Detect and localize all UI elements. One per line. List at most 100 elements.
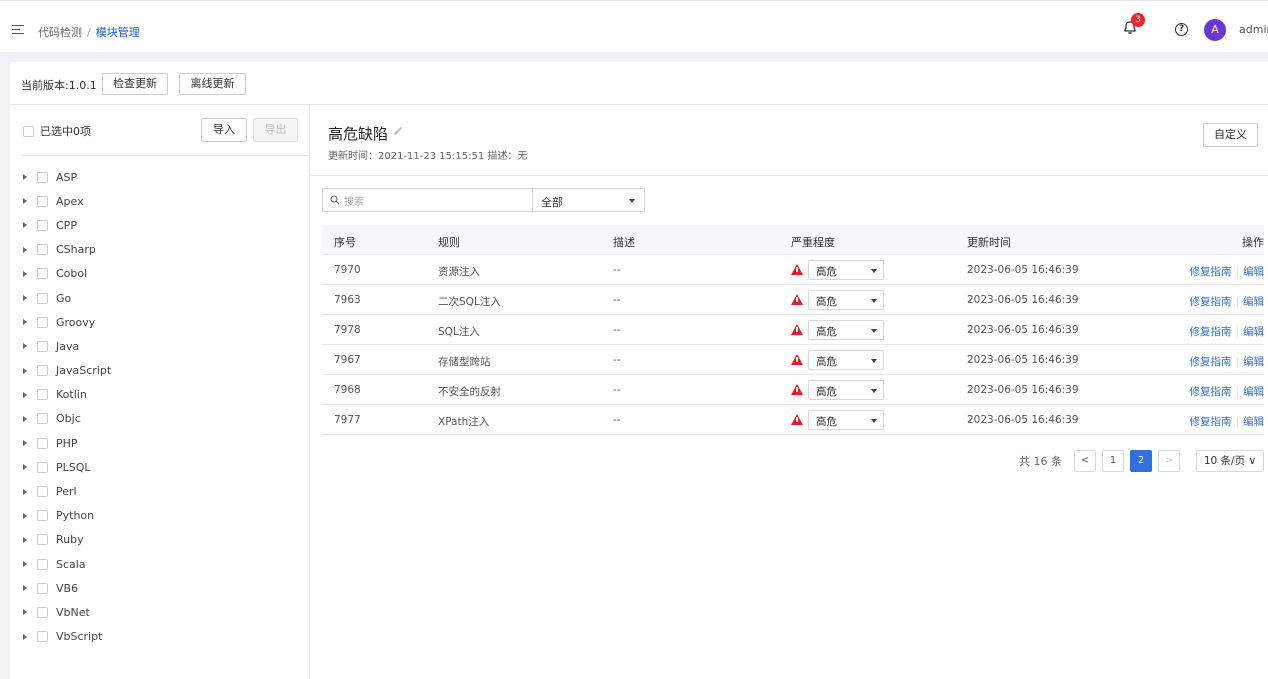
checkbox[interactable]: [37, 461, 48, 473]
check-update-button[interactable]: 检查更新: [102, 73, 168, 95]
checkbox[interactable]: [37, 534, 48, 546]
checkbox[interactable]: [37, 510, 48, 522]
caret-right-icon[interactable]: [23, 561, 27, 568]
checkbox[interactable]: [37, 244, 48, 256]
edit-link[interactable]: 编辑: [1243, 296, 1264, 308]
username-label[interactable]: admin: [1239, 23, 1268, 36]
caret-right-icon[interactable]: [23, 295, 27, 302]
tree-item-go[interactable]: Go: [23, 286, 111, 310]
fix-guide-link[interactable]: 修复指南: [1189, 296, 1231, 308]
severity-select[interactable]: 高危: [808, 350, 884, 370]
offline-update-button[interactable]: 离线更新: [179, 73, 246, 95]
checkbox[interactable]: [37, 219, 48, 231]
severity-select[interactable]: 高危: [808, 320, 884, 340]
edit-pencil-icon[interactable]: [392, 125, 404, 137]
tree-item-vbscript[interactable]: VbScript: [23, 625, 111, 649]
caret-right-icon[interactable]: [23, 512, 27, 519]
edit-link[interactable]: 编辑: [1243, 266, 1264, 278]
severity-filter-select[interactable]: 全部: [532, 188, 645, 212]
tree-item-vb6[interactable]: VB6: [23, 576, 111, 600]
checkbox[interactable]: [37, 268, 48, 280]
page-2-button[interactable]: 2: [1130, 450, 1152, 472]
edit-link[interactable]: 编辑: [1243, 386, 1264, 398]
help-icon[interactable]: ?: [1175, 23, 1188, 36]
tree-item-groovy[interactable]: Groovy: [23, 310, 111, 334]
tree-item-java[interactable]: Java: [23, 334, 111, 358]
checkbox[interactable]: [23, 125, 34, 137]
severity-select[interactable]: 高危: [808, 290, 884, 310]
tree-item-cobol[interactable]: Cobol: [23, 262, 111, 286]
caret-right-icon[interactable]: [23, 609, 27, 616]
tree-item-php[interactable]: PHP: [23, 431, 111, 455]
caret-right-icon[interactable]: [23, 270, 27, 277]
caret-right-icon[interactable]: [23, 440, 27, 447]
checkbox[interactable]: [37, 437, 48, 449]
caret-right-icon[interactable]: [23, 198, 27, 205]
caret-right-icon[interactable]: [23, 174, 27, 181]
caret-right-icon[interactable]: [23, 367, 27, 374]
tree-item-javascript[interactable]: JavaScript: [23, 359, 111, 383]
caret-right-icon[interactable]: [23, 343, 27, 350]
warning-mark: [796, 357, 798, 362]
checkbox[interactable]: [37, 558, 48, 570]
checkbox[interactable]: [37, 340, 48, 352]
avatar[interactable]: A: [1204, 19, 1226, 41]
checkbox[interactable]: [37, 582, 48, 594]
edit-link[interactable]: 编辑: [1243, 416, 1264, 428]
row-actions: 修复指南 | 编辑: [1189, 354, 1264, 369]
tree-item-csharp[interactable]: CSharp: [23, 238, 111, 262]
tree-item-ruby[interactable]: Ruby: [23, 528, 111, 552]
severity-select[interactable]: 高危: [808, 410, 884, 430]
caret-right-icon[interactable]: [23, 391, 27, 398]
checkbox[interactable]: [37, 486, 48, 498]
checkbox[interactable]: [37, 365, 48, 377]
tree-item-apex[interactable]: Apex: [23, 189, 111, 213]
export-button[interactable]: 导出: [253, 118, 298, 142]
caret-right-icon[interactable]: [23, 222, 27, 229]
search-input[interactable]: 搜索: [322, 188, 544, 212]
fix-guide-link[interactable]: 修复指南: [1189, 416, 1231, 428]
edit-link[interactable]: 编辑: [1243, 326, 1264, 338]
caret-right-icon[interactable]: [23, 536, 27, 543]
caret-right-icon[interactable]: [23, 488, 27, 495]
fix-guide-link[interactable]: 修复指南: [1189, 266, 1231, 278]
customize-button[interactable]: 自定义: [1203, 123, 1258, 147]
prev-page-button[interactable]: <: [1074, 450, 1096, 472]
checkbox[interactable]: [37, 195, 48, 207]
fix-guide-link[interactable]: 修复指南: [1189, 326, 1231, 338]
caret-right-icon[interactable]: [23, 633, 27, 640]
caret-right-icon[interactable]: [23, 415, 27, 422]
tree-item-scala[interactable]: Scala: [23, 552, 111, 576]
caret-right-icon[interactable]: [23, 585, 27, 592]
import-button[interactable]: 导入: [201, 118, 247, 142]
tree-item-plsql[interactable]: PLSQL: [23, 455, 111, 479]
tree-item-asp[interactable]: ASP: [23, 165, 111, 189]
checkbox[interactable]: [37, 631, 48, 643]
tree-item-kotlin[interactable]: Kotlin: [23, 383, 111, 407]
checkbox[interactable]: [37, 413, 48, 425]
checkbox[interactable]: [37, 292, 48, 304]
caret-right-icon[interactable]: [23, 464, 27, 471]
tree-item-objc[interactable]: Objc: [23, 407, 111, 431]
tree-item-python[interactable]: Python: [23, 504, 111, 528]
tree-item-vbnet[interactable]: VbNet: [23, 600, 111, 624]
severity-select[interactable]: 高危: [808, 380, 884, 400]
caret-right-icon[interactable]: [23, 319, 27, 326]
tree-item-perl[interactable]: Perl: [23, 479, 111, 503]
next-page-button[interactable]: >: [1158, 450, 1180, 472]
checkbox[interactable]: [37, 389, 48, 401]
page-size-select[interactable]: 10 条/页 ∨: [1196, 450, 1264, 472]
fix-guide-link[interactable]: 修复指南: [1189, 386, 1231, 398]
menu-toggle-icon[interactable]: [12, 25, 24, 35]
tree-item-cpp[interactable]: CPP: [23, 213, 111, 237]
edit-link[interactable]: 编辑: [1243, 356, 1264, 368]
select-all-checkbox[interactable]: 已选中0项: [23, 123, 91, 139]
breadcrumb-item-code-check[interactable]: 代码检测: [38, 26, 82, 39]
severity-select[interactable]: 高危: [808, 260, 884, 280]
page-1-button[interactable]: 1: [1102, 450, 1124, 472]
checkbox[interactable]: [37, 316, 48, 328]
caret-right-icon[interactable]: [23, 246, 27, 253]
checkbox[interactable]: [37, 171, 48, 183]
fix-guide-link[interactable]: 修复指南: [1189, 356, 1231, 368]
checkbox[interactable]: [37, 606, 48, 618]
